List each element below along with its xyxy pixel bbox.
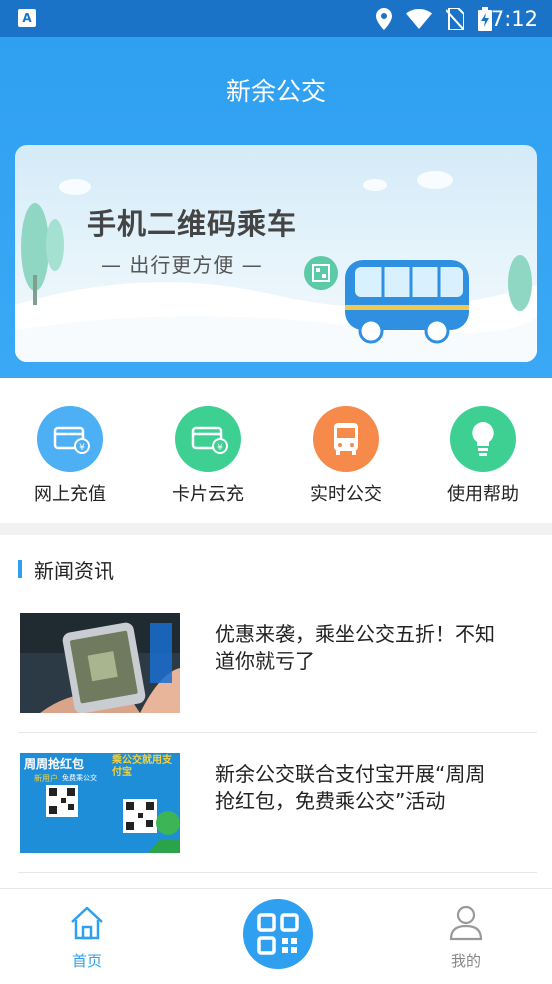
section-accent-bar: [18, 560, 22, 578]
tab-label: 我的: [450, 952, 481, 970]
app-notification-icon: A: [18, 9, 36, 27]
news-title: 新余公交联合支付宝开展“周周抢红包，免费乘公交”活动: [215, 762, 486, 813]
news-title: 优惠来袭，乘坐公交五折！不知道你就亏了: [215, 622, 495, 673]
tab-profile[interactable]: 我的: [426, 903, 506, 971]
quick-action-card-cloud-recharge[interactable]: ¥ 卡片云充: [143, 406, 273, 516]
divider: [18, 872, 537, 873]
card-recharge-icon: ¥: [37, 406, 103, 472]
page-title: 新余公交: [225, 77, 326, 106]
card-cloud-recharge-icon: ¥: [175, 406, 241, 472]
quick-action-label: 实时公交: [310, 484, 382, 505]
qr-code-icon: [257, 913, 299, 955]
status-bar: A 7:12: [0, 0, 552, 37]
tab-label: 首页: [71, 952, 102, 970]
news-item[interactable]: 周周抢红包 新用户 免费乘公交 乘公交就用支付宝 新余公交联合支付宝开展“周周抢…: [0, 753, 552, 873]
news-section: 新闻资讯 优惠来袭，乘坐公交五折！不知道你就亏了 周周抢红包 新用户 免费乘公交…: [0, 535, 552, 888]
tab-home[interactable]: 首页: [47, 903, 127, 971]
clock: 7:12: [490, 7, 538, 31]
news-thumbnail: [20, 613, 180, 713]
banner-subline: — 出行更方便 —: [101, 253, 263, 277]
banner-illustration: [15, 171, 537, 362]
lightbulb-icon: [450, 406, 516, 472]
quick-action-online-recharge[interactable]: ¥ 网上充值: [5, 406, 135, 516]
svg-text:¥: ¥: [217, 443, 223, 453]
news-item[interactable]: 优惠来袭，乘坐公交五折！不知道你就亏了: [0, 613, 552, 733]
status-icons: [376, 7, 492, 31]
bus-icon: [313, 406, 379, 472]
quick-action-label: 网上充值: [34, 484, 106, 505]
quick-actions: ¥ 网上充值 ¥ 卡片云充 实时公交 使用帮助: [0, 378, 552, 523]
quick-action-label: 卡片云充: [172, 484, 244, 505]
news-thumbnail: 周周抢红包 新用户 免费乘公交 乘公交就用支付宝: [20, 753, 180, 853]
no-sim-icon: [446, 8, 464, 30]
home-icon: [71, 906, 103, 940]
qr-scan-button[interactable]: [243, 899, 313, 969]
section-title: 新闻资讯: [34, 558, 114, 583]
divider: [18, 732, 537, 733]
qr-ride-banner[interactable]: 手机二维码乘车 — 出行更方便 —: [15, 145, 537, 362]
banner-headline: 手机二维码乘车: [87, 207, 298, 241]
wifi-icon: [406, 9, 432, 29]
svg-text:¥: ¥: [79, 443, 85, 453]
quick-action-label: 使用帮助: [447, 484, 519, 505]
location-icon: [376, 8, 392, 30]
header: 新余公交 手机二维码乘车 — 出行更方便 —: [0, 37, 552, 378]
quick-action-help[interactable]: 使用帮助: [418, 406, 548, 516]
section-header: 新闻资讯: [18, 555, 114, 583]
user-icon: [449, 905, 483, 941]
quick-action-realtime-bus[interactable]: 实时公交: [281, 406, 411, 516]
